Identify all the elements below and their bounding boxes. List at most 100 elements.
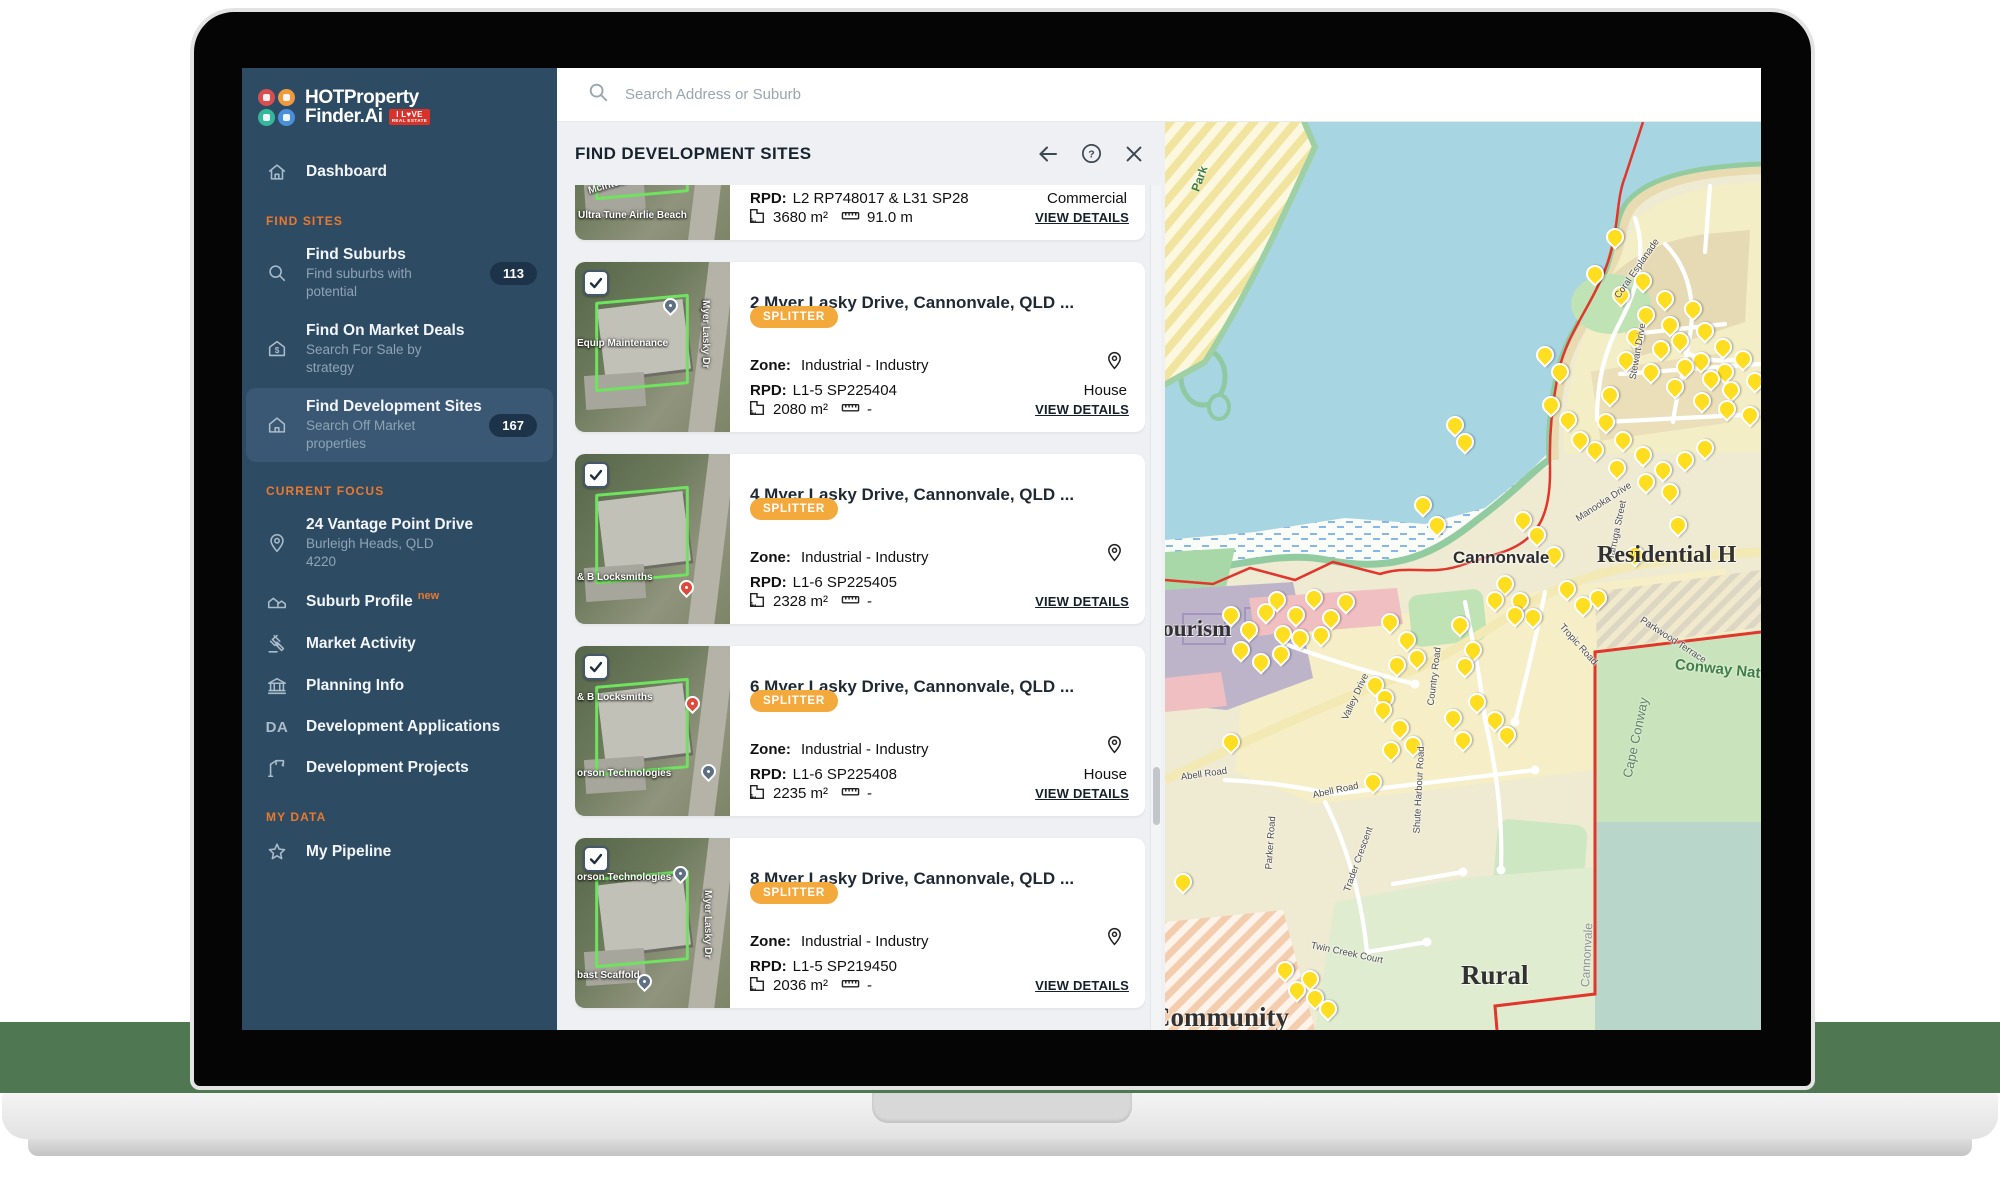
sidebar-item-label: Suburb Profile [306, 593, 413, 610]
count-badge: 113 [490, 262, 537, 285]
sidebar-item-dashboard[interactable]: Dashboard [246, 152, 553, 192]
sidebar-item-current-address[interactable]: 24 Vantage Point Drive Burleigh Heads, Q… [246, 506, 553, 580]
location-pin-icon [1104, 350, 1125, 376]
rpd-row: RPD:L1-6 SP225408 [750, 766, 897, 783]
splitter-badge: SPLITTER [750, 498, 838, 520]
location-pin-icon [1104, 926, 1125, 952]
view-details-link[interactable]: VIEW DETAILS [1035, 786, 1129, 801]
area-icon [748, 591, 766, 613]
scrollbar-thumb[interactable] [1153, 767, 1160, 825]
sidebar-item-sub: Burleigh Heads, QLD 4220 [306, 535, 466, 571]
sidebar-item-sub: Search Off Market properties [306, 417, 466, 453]
frontage-value: - [867, 401, 872, 418]
area-value: 3680 m² [773, 209, 828, 226]
panel-title: FIND DEVELOPMENT SITES [575, 144, 811, 164]
frontage-value: - [867, 785, 872, 802]
dwelling-type: House [1084, 766, 1127, 783]
image-label: & B Locksmiths [577, 692, 653, 703]
area-icon [748, 783, 766, 805]
sidebar-item-development-projects[interactable]: Development Projects [246, 748, 553, 788]
star-icon [262, 841, 292, 863]
property-card[interactable]: & B Locksmithsorson Technologies6 Myer L… [575, 646, 1145, 816]
laptop-front-edge [28, 1139, 1972, 1156]
sidebar-item-development-applications[interactable]: DA Development Applications [246, 708, 553, 746]
rpd-row: RPD:L1-6 SP225405 [750, 574, 897, 591]
gavel-icon [262, 633, 292, 655]
search-icon [262, 262, 292, 284]
view-details-link[interactable]: VIEW DETAILS [1035, 594, 1129, 609]
image-label: Equip Maintenance [577, 338, 668, 349]
area-value: 2235 m² [773, 785, 828, 802]
sidebar-item-label: Development Projects [306, 758, 469, 778]
scrollbar-track[interactable] [1150, 185, 1161, 1030]
count-badge: 167 [489, 414, 537, 437]
area-icon [748, 399, 766, 421]
sidebar-item-market-activity[interactable]: Market Activity [246, 624, 553, 664]
sidebar-item-label: 24 Vantage Point Drive [306, 515, 473, 535]
select-checkbox[interactable] [583, 270, 609, 296]
map[interactable]: Coral EsplanadeStewart DriveManooka Driv… [1165, 122, 1761, 1030]
property-card[interactable]: & B Locksmiths4 Myer Lasky Drive, Cannon… [575, 454, 1145, 624]
property-card[interactable]: Equip MaintenanceMyer Lasky Dr2 Myer Las… [575, 262, 1145, 432]
sidebar-item-sub: Search For Sale by strategy [306, 341, 466, 377]
suburb-icon [262, 591, 292, 613]
image-label: & B Locksmiths [577, 572, 653, 583]
splitter-badge: SPLITTER [750, 690, 838, 712]
dwelling-type: House [1084, 382, 1127, 399]
frontage-value: - [867, 593, 872, 610]
close-icon[interactable] [1123, 143, 1145, 165]
select-checkbox[interactable] [583, 462, 609, 488]
image-label: orson Technologies [577, 768, 671, 779]
area-value: 2036 m² [773, 977, 828, 994]
sidebar-item-find-development-sites[interactable]: Find Development Sites Search Off Market… [246, 388, 553, 462]
help-icon[interactable]: ? [1080, 142, 1103, 165]
parcel-outline [595, 486, 689, 585]
satellite-thumbnail: McIntosh DrUltra Tune Airlie Beach [575, 185, 730, 240]
sidebar-item-suburb-profile[interactable]: Suburb Profile new [246, 582, 553, 622]
select-checkbox[interactable] [583, 846, 609, 872]
zone-row: Zone: Industrial - Industry [750, 357, 929, 374]
logo-icon [258, 89, 295, 126]
sidebar-item-planning-info[interactable]: Planning Info [246, 666, 553, 706]
property-card[interactable]: McIntosh DrUltra Tune Airlie BeachRPD:L2… [575, 185, 1145, 240]
search-input[interactable] [623, 85, 1223, 104]
ruler-icon [841, 782, 860, 805]
satellite-thumbnail: & B Locksmiths orson Technologies [575, 646, 730, 816]
find-development-sites-panel: FIND DEVELOPMENT SITES ? McIntosh DrUltr… [557, 122, 1165, 1030]
sidebar-item-label: Dashboard [306, 162, 387, 182]
sidebar-item-label: Market Activity [306, 634, 416, 654]
property-card[interactable]: orson TechnologiesMyer Lasky Drbast Scaf… [575, 838, 1145, 1008]
view-details-link[interactable]: VIEW DETAILS [1035, 210, 1129, 225]
rpd-row: RPD:L1-5 SP219450 [750, 958, 897, 975]
app-screen: HOTProperty Finder.Ai I L♥VEREAL ESTATE … [242, 68, 1761, 1030]
new-tag: new [418, 590, 439, 602]
results-list: McIntosh DrUltra Tune Airlie BeachRPD:L2… [575, 185, 1145, 1030]
rpd-row: RPD:L1-5 SP225404 [750, 382, 897, 399]
map-area-label: Tourism [1165, 616, 1231, 642]
sidebar-item-find-suburbs[interactable]: Find Suburbs Find suburbs with potential… [246, 236, 553, 310]
zone-row: Zone: Industrial - Industry [750, 549, 929, 566]
area-value: 2328 m² [773, 593, 828, 610]
image-label: orson Technologies [577, 872, 671, 883]
map-basemap [1165, 122, 1761, 1030]
logo-text: HOTProperty Finder.Ai I L♥VEREAL ESTATE [305, 88, 430, 126]
satellite-thumbnail: & B Locksmiths [575, 454, 730, 624]
crane-icon [262, 757, 292, 779]
app-logo[interactable]: HOTProperty Finder.Ai I L♥VEREAL ESTATE [258, 88, 541, 126]
back-arrow-icon[interactable] [1036, 142, 1060, 166]
image-label: Ultra Tune Airlie Beach [578, 210, 687, 221]
view-details-link[interactable]: VIEW DETAILS [1035, 978, 1129, 993]
section-my-data: MY DATA [266, 810, 533, 824]
select-checkbox[interactable] [583, 654, 609, 680]
search-icon [587, 81, 609, 108]
sidebar-item-find-on-market-deals[interactable]: $ Find On Market Deals Search For Sale b… [246, 312, 553, 386]
section-find-sites: FIND SITES [266, 214, 533, 228]
view-details-link[interactable]: VIEW DETAILS [1035, 402, 1129, 417]
frontage-value: - [867, 977, 872, 994]
bank-icon [262, 675, 292, 697]
sidebar-item-my-pipeline[interactable]: My Pipeline [246, 832, 553, 872]
sidebar-item-label: Development Applications [306, 717, 500, 737]
zone-row: Zone: Industrial - Industry [750, 741, 929, 758]
house-dollar-icon: $ [262, 338, 292, 360]
ruler-icon [841, 974, 860, 997]
